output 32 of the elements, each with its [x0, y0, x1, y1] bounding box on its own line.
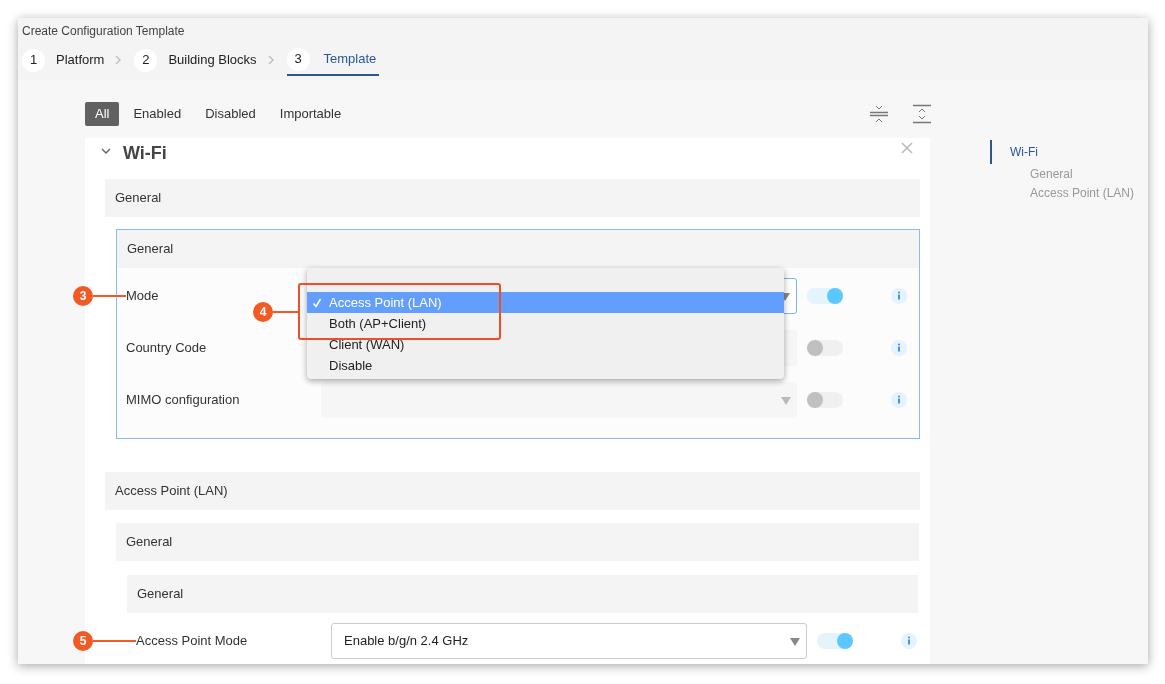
callout-badge: 3 [73, 286, 93, 306]
field-label: Country Code [126, 339, 207, 358]
menu-item[interactable]: Disable [307, 355, 784, 376]
section-header[interactable]: General [116, 523, 919, 561]
menu-item[interactable]: Both (AP+Client) [307, 313, 784, 334]
select-field[interactable]: Enable b/g/n 2.4 GHz [331, 623, 807, 659]
callout-badge: 4 [253, 302, 273, 322]
step-label: Building Blocks [168, 51, 257, 70]
callout-badge: 5 [73, 631, 93, 651]
step-tab[interactable]: 2 Building Blocks [134, 44, 257, 76]
filter-tab[interactable]: All [85, 102, 120, 126]
field-label: MIMO configuration [126, 391, 240, 410]
card-title: Wi-Fi [123, 142, 167, 165]
outline-item[interactable]: Wi-Fi [990, 140, 1135, 164]
menu-item[interactable]: Client (WAN) [307, 334, 784, 355]
filter-tab[interactable]: Enabled [123, 102, 192, 126]
section-header[interactable]: General [117, 230, 919, 268]
step-number: 2 [134, 48, 158, 72]
field-label: Access Point Mode [136, 632, 248, 651]
filter-tab[interactable]: Importable [269, 102, 352, 126]
step-tab[interactable]: 1 Platform [22, 44, 105, 76]
step-label: Template [322, 50, 378, 69]
step-tab[interactable]: 3 Template [286, 44, 380, 76]
section-header[interactable]: General [127, 575, 918, 613]
section-header[interactable]: General [105, 179, 920, 217]
window-title: Create Configuration Template [22, 23, 186, 40]
step-label: Platform [56, 51, 105, 70]
field-label: Mode [126, 287, 159, 306]
step-number: 1 [22, 48, 45, 72]
filter-tab[interactable]: Disabled [195, 102, 266, 126]
section-header[interactable]: Access Point (LAN) [105, 472, 920, 510]
step-number: 3 [286, 47, 310, 71]
